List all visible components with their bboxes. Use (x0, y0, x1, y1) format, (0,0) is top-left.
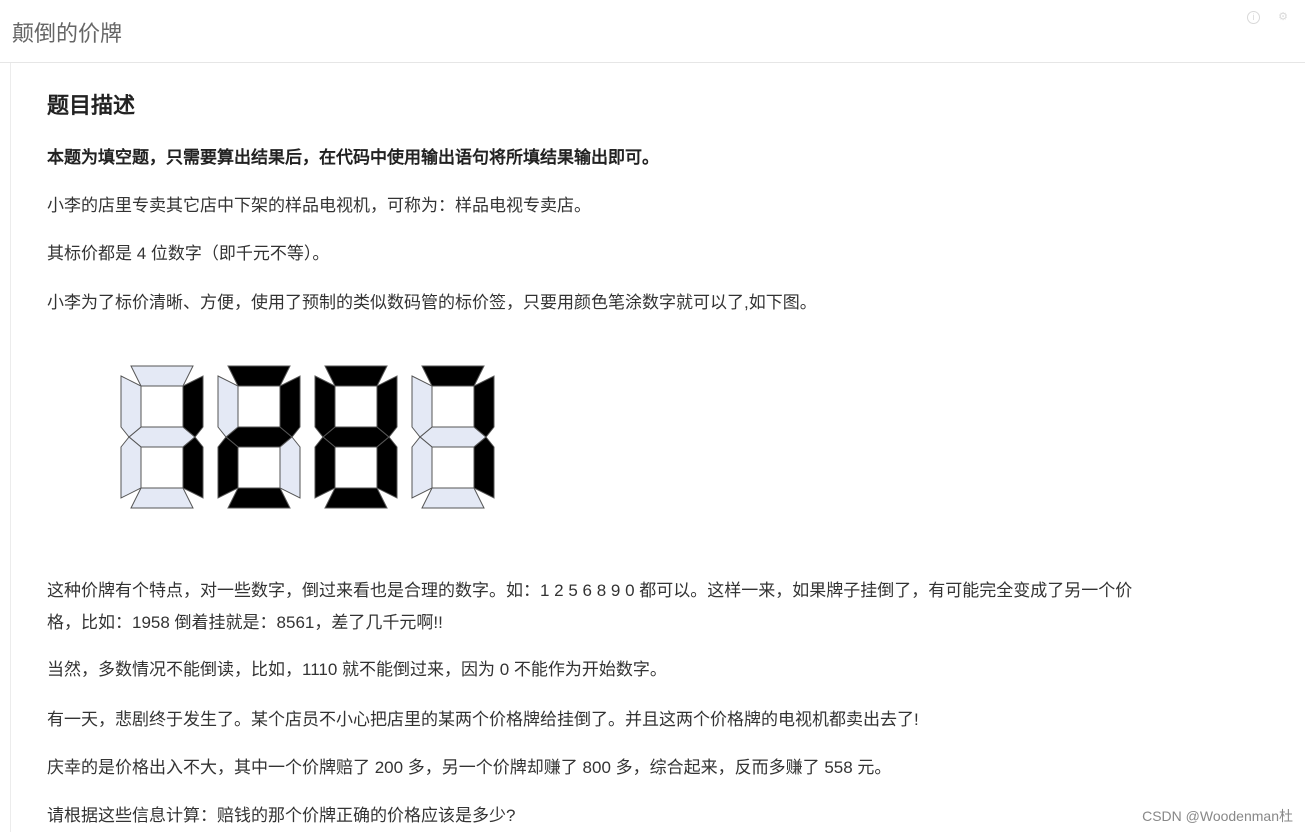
segment-top (130, 365, 194, 387)
segment-upper-right (473, 375, 495, 438)
gear-icon[interactable]: ⚙ (1277, 11, 1289, 23)
info-icon[interactable]: i (1247, 11, 1260, 24)
instruction-text: 本题为填空题，只需要算出结果后，在代码中使用输出语句将所填结果输出即可。 (47, 148, 659, 167)
segment-middle (225, 426, 293, 448)
paragraph-1: 小李的店里专卖其它店中下架的样品电视机，可称为：样品电视专卖店。 (47, 196, 591, 215)
segment-upper-right (182, 375, 204, 438)
segment-lower-left (314, 436, 336, 499)
segment-bottom (324, 487, 388, 509)
paragraph-6: 当然，多数情况不能倒读，比如，1110 就不能倒过来，因为 0 不能作为开始数字… (47, 660, 667, 679)
segment-upper-left (217, 375, 239, 438)
segment-middle (322, 426, 390, 448)
segment-bottom (130, 487, 194, 509)
segment-lower-left (411, 436, 433, 499)
segment-top (324, 365, 388, 387)
segment-lower-right (376, 436, 398, 499)
digit-1 (120, 365, 204, 509)
digit-4 (411, 365, 495, 509)
segment-middle (419, 426, 487, 448)
segment-bottom (421, 487, 485, 509)
paragraph-2: 其标价都是 4 位数字（即千元不等）。 (47, 244, 330, 263)
section-heading: 题目描述 (47, 93, 136, 118)
segment-top (421, 365, 485, 387)
segment-lower-right (473, 436, 495, 499)
paragraph-5-continued: 格，比如：1958 倒着挂就是：8561，差了几千元啊!! (47, 613, 443, 632)
segment-lower-right (279, 436, 301, 499)
segment-top (227, 365, 291, 387)
segment-middle (128, 426, 196, 448)
digit-3 (314, 365, 398, 509)
title-bar: 颠倒的价牌 i ⚙ (0, 0, 1305, 63)
watermark: CSDN @Woodenman杜 (1142, 808, 1293, 824)
page-title: 颠倒的价牌 (12, 21, 123, 46)
segment-upper-left (120, 375, 142, 438)
problem-panel: 题目描述 本题为填空题，只需要算出结果后，在代码中使用输出语句将所填结果输出即可… (10, 63, 1305, 832)
segment-bottom (227, 487, 291, 509)
segment-upper-right (376, 375, 398, 438)
segment-lower-right (182, 436, 204, 499)
segment-lower-left (217, 436, 239, 499)
paragraph-5: 这种价牌有个特点，对一些数字，倒过来看也是合理的数字。如：1 2 5 6 8 9… (47, 581, 1133, 600)
segment-upper-right (279, 375, 301, 438)
segment-lower-left (120, 436, 142, 499)
digit-2 (217, 365, 301, 509)
paragraph-3: 小李为了标价清晰、方便，使用了预制的类似数码管的标价签，只要用颜色笔涂数字就可以… (47, 293, 817, 312)
seven-segment-price-tag-figure (120, 365, 495, 509)
paragraph-9: 请根据这些信息计算：赔钱的那个价牌正确的价格应该是多少? (47, 806, 516, 825)
segment-upper-left (411, 375, 433, 438)
paragraph-7: 有一天，悲剧终于发生了。某个店员不小心把店里的某两个价格牌给挂倒了。并且这两个价… (47, 710, 919, 729)
segment-upper-left (314, 375, 336, 438)
paragraph-8: 庆幸的是价格出入不大，其中一个价牌赔了 200 多，另一个价牌却赚了 800 多… (47, 758, 892, 777)
